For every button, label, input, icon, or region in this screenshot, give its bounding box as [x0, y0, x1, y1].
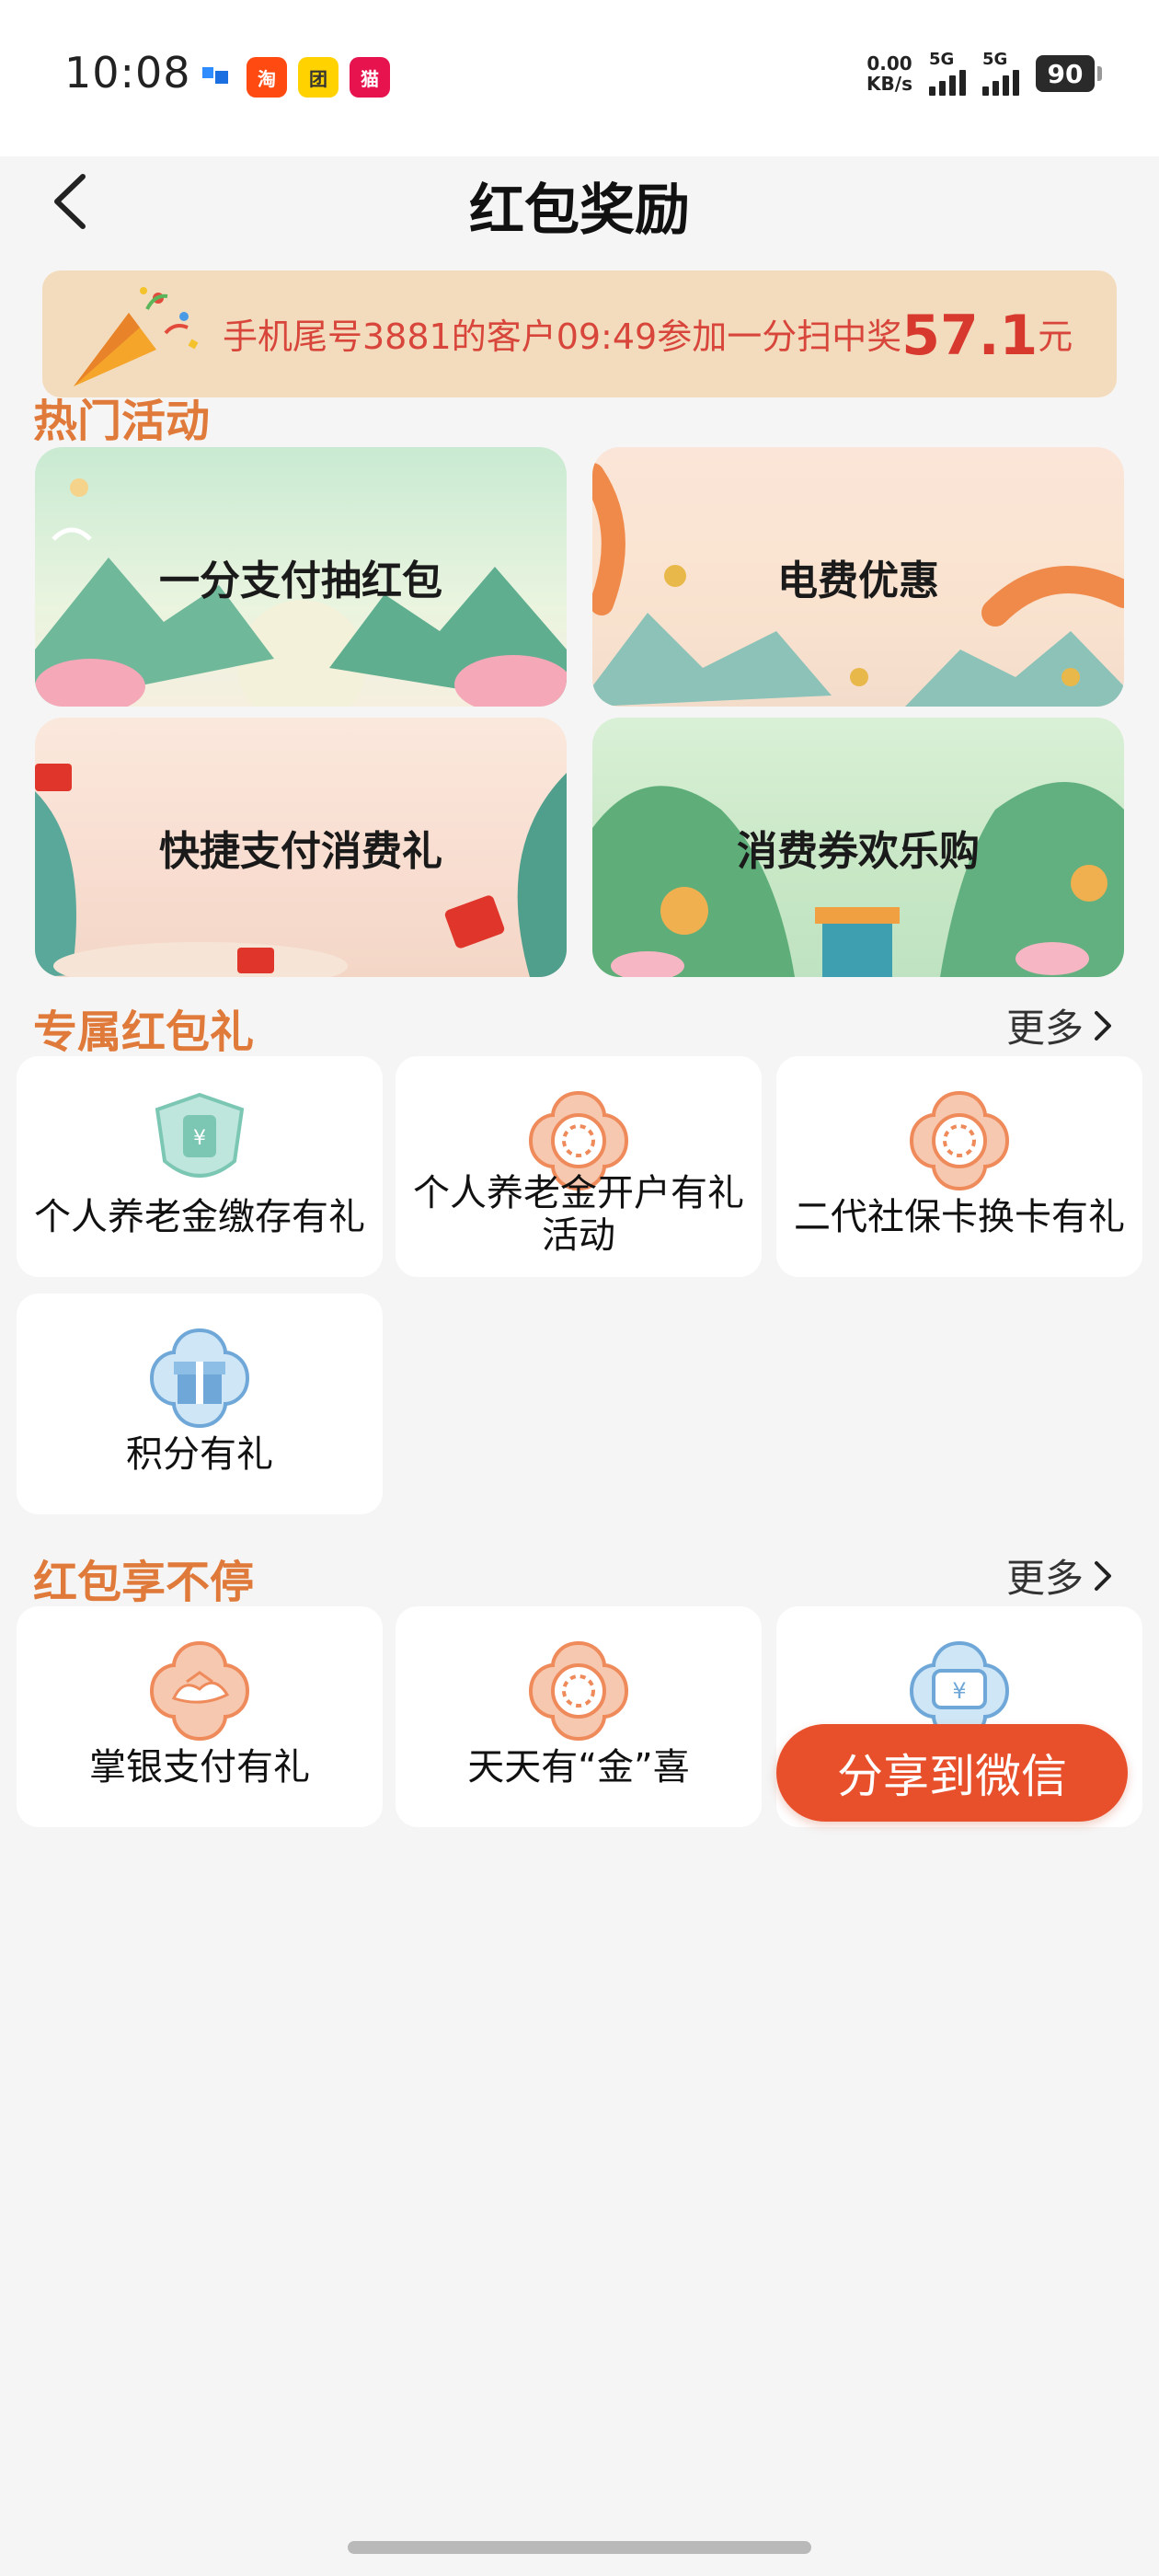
hot-activities-title: 热门活动 [33, 396, 211, 447]
share-to-wechat-button[interactable]: 分享到微信 [776, 1724, 1128, 1822]
gift-tile-daily-gold[interactable]: 天天有“金”喜 [396, 1606, 762, 1827]
tmall-icon: 猫 [350, 57, 390, 98]
hot-card-penny-lottery[interactable]: 一分支付抽红包 [35, 447, 567, 707]
sim2-signal-icon: 5G [982, 52, 1019, 96]
coin-flower-icon [528, 1640, 629, 1742]
meituan-icon: 团 [298, 57, 339, 98]
hot-card-label: 电费优惠 [777, 558, 939, 604]
hot-card-label: 消费券欢乐购 [737, 828, 980, 875]
taobao-icon: 淘 [247, 57, 287, 98]
notification-app-icons: 淘 团 猫 [195, 57, 390, 98]
hot-card-electricity-discount[interactable]: 电费优惠 [592, 447, 1124, 707]
gift-tile-mobile-bank-pay[interactable]: 掌银支付有礼 [17, 1606, 383, 1827]
network-speed: 0.00 KB/s [866, 52, 912, 95]
status-indicators: 0.00 KB/s 5G 5G 90 [866, 52, 1102, 96]
ticker-text: 手机尾号3881的客户09:49参加一分扫中奖57.1元 [223, 304, 1073, 368]
page-title: 红包奖励 [469, 178, 690, 243]
gift-box-icon [149, 1328, 250, 1429]
hot-card-label: 快捷支付消费礼 [159, 828, 442, 875]
status-bar: 10:08 淘 团 猫 0.00 KB/s 5G 5G 90 [0, 0, 1159, 156]
exclusive-gifts-title: 专属红包礼 [33, 1006, 255, 1058]
party-popper-icon [74, 287, 199, 386]
exclusive-more-link[interactable]: 更多 [1006, 997, 1113, 1053]
gift-tile-pension-account[interactable]: 个人养老金开户有礼 活动 [396, 1056, 762, 1277]
pension-shield-icon: ¥ [155, 1092, 245, 1178]
gift-tile-pension-deposit[interactable]: ¥ 个人养老金缴存有礼 [17, 1056, 383, 1277]
sim1-signal-icon: 5G [929, 52, 966, 96]
nonstop-more-link[interactable]: 更多 [1006, 1547, 1113, 1604]
dingtalk-icon [195, 57, 235, 98]
gift-tile-social-security-card[interactable]: 二代社保卡换卡有礼 [776, 1056, 1142, 1277]
hot-card-quick-pay-gift[interactable]: 快捷支付消费礼 [35, 718, 567, 977]
hot-card-voucher-shopping[interactable]: 消费券欢乐购 [592, 718, 1124, 977]
ticker-amount: 57.1 [901, 304, 1039, 368]
status-time: 10:08 [64, 48, 191, 98]
coin-flower-icon [909, 1090, 1010, 1191]
nonstop-envelopes-title: 红包享不停 [33, 1557, 255, 1608]
chevron-right-icon [1095, 1560, 1111, 1591]
cloud-flower-icon [149, 1640, 250, 1742]
hot-card-label: 一分支付抽红包 [159, 558, 442, 604]
gift-tile-points[interactable]: 积分有礼 [17, 1294, 383, 1514]
home-indicator[interactable] [348, 2541, 811, 2554]
chevron-right-icon [1095, 1010, 1111, 1041]
svg-text:¥: ¥ [952, 1678, 966, 1704]
svg-text:¥: ¥ [193, 1127, 206, 1150]
winner-ticker-banner: 手机尾号3881的客户09:49参加一分扫中奖57.1元 [42, 270, 1117, 397]
battery-icon: 90 [1036, 55, 1102, 92]
